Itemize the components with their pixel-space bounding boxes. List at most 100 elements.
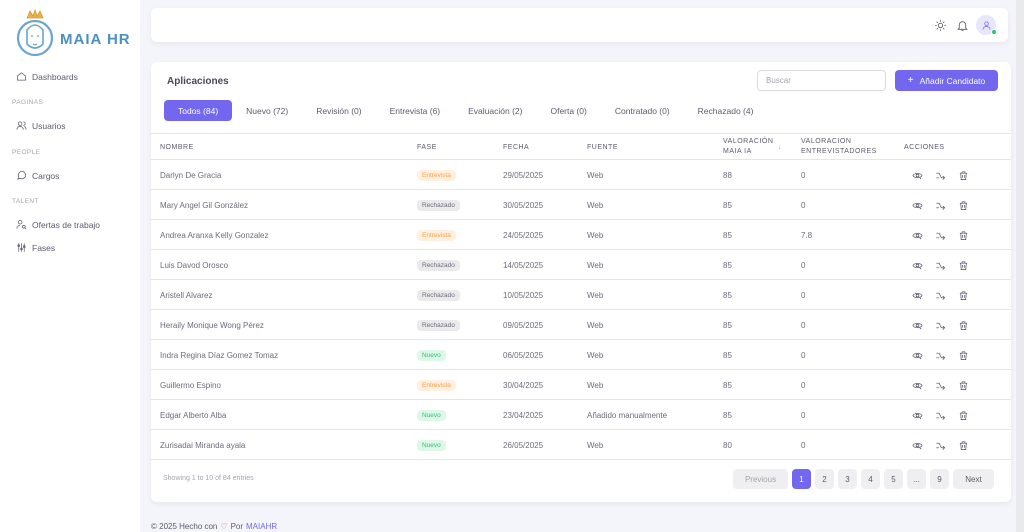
column-header-acciones: ACCIONES	[904, 144, 945, 151]
applications-card: Aplicaciones + Añadir Candidato Todos (8…	[151, 62, 1011, 502]
footer-link[interactable]: MAIAHR	[246, 522, 277, 531]
view-icon[interactable]	[911, 379, 923, 391]
tab-contratado[interactable]: Contratado (0)	[601, 100, 684, 121]
tab-todos[interactable]: Todos (84)	[164, 100, 233, 121]
view-icon[interactable]	[911, 349, 923, 361]
cell-fuente: Web	[587, 260, 604, 270]
cell-valoracion-ia: 85	[723, 320, 732, 330]
trash-icon[interactable]	[957, 169, 969, 181]
search-input[interactable]	[757, 70, 886, 91]
trash-icon[interactable]	[957, 229, 969, 241]
sidebar-item-cargos[interactable]: Cargos	[16, 170, 59, 181]
table-row[interactable]: Indra Regina Díaz Gomez Tomaz 06/05/2025 W…	[151, 340, 1011, 370]
column-header-fecha[interactable]: FECHA	[503, 143, 529, 153]
next-page-button[interactable]: Next	[953, 469, 994, 489]
move-phase-icon[interactable]	[934, 289, 946, 301]
sidebar-item-fases[interactable]: Fases	[16, 242, 55, 253]
page-button[interactable]: 5	[884, 469, 903, 489]
sort-arrow-icon[interactable]: ↓	[778, 144, 782, 151]
trash-icon[interactable]	[957, 289, 969, 301]
table-row[interactable]: Edgar Alberto Alba 23/04/2025 Añadido manu…	[151, 400, 1011, 430]
trash-icon[interactable]	[957, 409, 969, 421]
status-badge: Rechazado	[417, 199, 460, 211]
move-phase-icon[interactable]	[934, 229, 946, 241]
brand-logo[interactable]: MAIA HR	[15, 8, 131, 60]
cell-fase: Nuevo	[417, 400, 446, 430]
sidebar: MAIA HR Dashboards PAGINAS Usuarios PEOP…	[0, 0, 140, 532]
header-line: VALORACIÓN	[723, 138, 774, 145]
tab-nuevo[interactable]: Nuevo (72)	[232, 100, 302, 121]
trash-icon[interactable]	[957, 379, 969, 391]
table-row[interactable]: Darlyn De Gracia 29/05/2025 Web 88 0 Entrevis…	[151, 160, 1011, 190]
view-icon[interactable]	[911, 259, 923, 271]
table-row[interactable]: Heraily Monique Wong Pérez 09/05/2025 Web 8…	[151, 310, 1011, 340]
cell-fase: Rechazado	[417, 280, 460, 310]
move-phase-icon[interactable]	[934, 169, 946, 181]
tab-entrevista[interactable]: Entrevista (6)	[376, 100, 455, 121]
avatar[interactable]	[976, 15, 997, 35]
status-badge: Entrevista	[417, 379, 456, 391]
page-button[interactable]: 1	[792, 469, 811, 489]
view-icon[interactable]	[911, 439, 923, 451]
sidebar-item-usuarios[interactable]: Usuarios	[16, 120, 66, 131]
column-header-nombre[interactable]: NOMBRE	[160, 143, 194, 153]
column-header-fuente[interactable]: FUENTE	[587, 143, 618, 153]
page-button[interactable]: 9	[930, 469, 949, 489]
nav-section-paginas: PAGINAS	[12, 99, 44, 106]
cell-valoracion-entrevistadores: 7.8	[801, 230, 813, 240]
column-header-valoracion-ia[interactable]: VALORACIÓN MAIA IA	[723, 137, 773, 157]
cell-valoracion-entrevistadores: 0	[801, 350, 806, 360]
column-header-fase[interactable]: FASE	[417, 143, 437, 153]
header-line: VALORACION	[801, 138, 852, 145]
table-row[interactable]: Andrea Aranxa Kelly Gonzalez 24/05/2025 We…	[151, 220, 1011, 250]
tab-rechazado[interactable]: Rechazado (4)	[684, 100, 768, 121]
move-phase-icon[interactable]	[934, 379, 946, 391]
move-phase-icon[interactable]	[934, 349, 946, 361]
cell-fase: Nuevo	[417, 340, 446, 370]
table-row[interactable]: Aristell Alvarez 10/05/2025 Web 85 0 Rechazad…	[151, 280, 1011, 310]
cell-nombre: Heraily Monique Wong Pérez	[160, 320, 264, 330]
cell-nombre: Andrea Aranxa Kelly Gonzalez	[160, 230, 269, 240]
online-status-dot	[991, 29, 997, 35]
page-button[interactable]: 2	[815, 469, 834, 489]
sidebar-item-ofertas[interactable]: Ofertas de trabajo	[16, 219, 100, 230]
previous-page-button[interactable]: Previous	[733, 469, 788, 489]
cell-valoracion-ia: 85	[723, 290, 732, 300]
tab-evaluacion[interactable]: Evaluación (2)	[454, 100, 536, 121]
view-icon[interactable]	[911, 199, 923, 211]
tab-oferta[interactable]: Oferta (0)	[536, 100, 600, 121]
row-actions	[911, 190, 980, 220]
cell-nombre: Indra Regina Díaz Gomez Tomaz	[160, 350, 279, 360]
move-phase-icon[interactable]	[934, 319, 946, 331]
notifications-icon[interactable]	[954, 17, 970, 33]
trash-icon[interactable]	[957, 259, 969, 271]
table-row[interactable]: Guillermo Espino 30/04/2025 Web 85 0 Entrevis…	[151, 370, 1011, 400]
move-phase-icon[interactable]	[934, 409, 946, 421]
view-icon[interactable]	[911, 289, 923, 301]
page-button[interactable]: 4	[861, 469, 880, 489]
move-phase-icon[interactable]	[934, 259, 946, 271]
move-phase-icon[interactable]	[934, 199, 946, 211]
column-header-valoracion-entrevistadores[interactable]: VALORACION ENTREVISTADORES	[801, 137, 877, 157]
trash-icon[interactable]	[957, 199, 969, 211]
view-icon[interactable]	[911, 229, 923, 241]
view-icon[interactable]	[911, 409, 923, 421]
trash-icon[interactable]	[957, 319, 969, 331]
table-row[interactable]: Zurisadai Miranda ayala 26/05/2025 Web 80 0 N…	[151, 430, 1011, 460]
view-icon[interactable]	[911, 169, 923, 181]
view-icon[interactable]	[911, 319, 923, 331]
brand-name: MAIA HR	[60, 30, 131, 48]
cell-fuente: Web	[587, 440, 604, 450]
table-row[interactable]: Luis Davod Orosco 14/05/2025 Web 85 0 Rechaza…	[151, 250, 1011, 280]
page-button[interactable]: 3	[838, 469, 857, 489]
trash-icon[interactable]	[957, 349, 969, 361]
theme-toggle-icon[interactable]	[932, 17, 948, 33]
sidebar-item-dashboards[interactable]: Dashboards	[16, 71, 78, 82]
trash-icon[interactable]	[957, 439, 969, 451]
table-row[interactable]: Mary Angel Gil González 30/05/2025 Web 85 0 R…	[151, 190, 1011, 220]
tab-revision[interactable]: Revisión (0)	[302, 100, 375, 121]
add-candidate-button[interactable]: + Añadir Candidato	[895, 70, 998, 91]
cell-fase: Rechazado	[417, 190, 460, 220]
cell-fecha: 26/05/2025	[503, 440, 544, 450]
move-phase-icon[interactable]	[934, 439, 946, 451]
